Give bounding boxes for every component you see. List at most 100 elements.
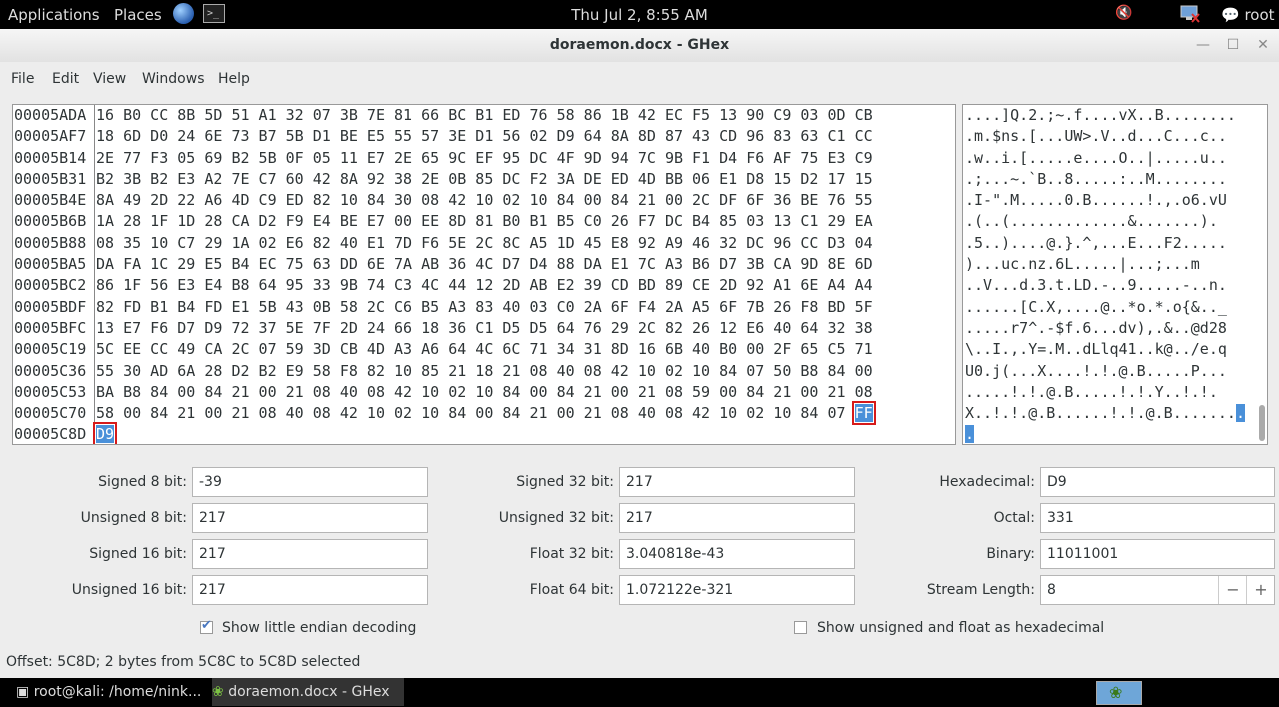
menu-windows[interactable]: Windows xyxy=(142,71,205,87)
hex-row[interactable]: 13 E7 F6 D7 D9 72 37 5E 7F 2D 24 66 18 3… xyxy=(96,318,873,339)
increment-button[interactable]: + xyxy=(1246,576,1275,604)
hex-row[interactable]: BA B8 84 00 84 21 00 21 08 40 08 42 10 0… xyxy=(96,382,873,403)
menu-view[interactable]: View xyxy=(93,71,126,87)
ascii-row[interactable]: .....!.!.@.B.....!.!.Y..!.!. xyxy=(965,382,1245,403)
hexadecimal-field[interactable]: D9 xyxy=(1040,467,1275,497)
taskbar-terminal[interactable]: ▣ root@kali: /home/nink... xyxy=(16,678,206,706)
terminal-icon: ▣ xyxy=(16,684,34,700)
taskbar: ▣ root@kali: /home/nink... ❀ doraemon.do… xyxy=(0,678,1279,707)
signed32-label: Signed 32 bit: xyxy=(516,474,614,490)
hex-view[interactable]: 00005ADA 00005AF7 00005B14 00005B31 0000… xyxy=(12,104,956,445)
offset-label: 00005C19 xyxy=(14,340,87,359)
offset-label: 00005ADA xyxy=(14,106,87,124)
hex-row[interactable]: 82 FD B1 B4 FD E1 5B 43 0B 58 2C C6 B5 A… xyxy=(96,297,873,318)
signed32-field[interactable]: 217 xyxy=(619,467,855,497)
binary-field[interactable]: 11011001 xyxy=(1040,539,1275,569)
status-bar: Offset: 5C8D; 2 bytes from 5C8C to 5C8D … xyxy=(6,654,361,670)
volume-icon[interactable]: 🔇 xyxy=(1115,5,1137,23)
octal-field[interactable]: 331 xyxy=(1040,503,1275,533)
hex-row[interactable]: DA FA 1C 29 E5 B4 EC 75 63 DD 6E 7A AB 3… xyxy=(96,254,873,275)
menu-bar: File Edit View Windows Help xyxy=(0,62,1279,96)
network-icon[interactable] xyxy=(1178,4,1200,24)
offset-label: 00005B4E xyxy=(14,191,87,210)
stream-length-label: Stream Length: xyxy=(926,582,1035,598)
user-menu[interactable]: 💬 root xyxy=(1221,6,1275,24)
ascii-row[interactable]: ..V...d.3.t.LD.-..9.....-..n. xyxy=(965,275,1245,296)
scrollbar-thumb[interactable] xyxy=(1259,405,1265,441)
offset-label: 00005C8D xyxy=(14,425,87,444)
window-title: doraemon.docx - GHex xyxy=(549,37,730,53)
minimize-icon[interactable]: — xyxy=(1190,33,1216,57)
float64-field[interactable]: 1.072122e-321 xyxy=(619,575,855,605)
selected-char[interactable]: . xyxy=(965,425,975,444)
offset-label: 00005B6B xyxy=(14,212,87,231)
signed16-label: Signed 16 bit: xyxy=(89,546,187,562)
ascii-chars[interactable]: ....]Q.2.;~.f....vX..B........ .m.$ns.[.… xyxy=(965,105,1245,444)
hex-row[interactable]: 8A 49 2D 22 A6 4D C9 ED 82 10 84 30 08 4… xyxy=(96,190,873,211)
workspace-switcher[interactable]: ❀ xyxy=(1096,681,1142,705)
hex-row[interactable]: 86 1F 56 E3 E4 B8 64 95 33 9B 74 C3 4C 4… xyxy=(96,275,873,296)
ascii-row[interactable]: . xyxy=(965,424,1245,444)
float32-field[interactable]: 3.040818e-43 xyxy=(619,539,855,569)
ascii-view[interactable]: ....]Q.2.;~.f....vX..B........ .m.$ns.[.… xyxy=(962,104,1268,445)
little-endian-checkbox[interactable] xyxy=(200,618,213,634)
hex-bytes[interactable]: 16 B0 CC 8B 5D 51 A1 32 07 3B 7E 81 66 B… xyxy=(92,105,876,444)
hex-row[interactable]: 2E 77 F3 05 69 B2 5B 0F 05 11 E7 2E 65 9… xyxy=(96,148,873,169)
offset-label: 00005BDF xyxy=(14,297,87,316)
float64-label: Float 64 bit: xyxy=(529,582,614,598)
maximize-icon[interactable]: ☐ xyxy=(1220,33,1246,57)
hex-row[interactable]: 5C EE CC 49 CA 2C 07 59 3D CB 4D A3 A6 6… xyxy=(96,339,873,360)
signed8-field[interactable]: -39 xyxy=(192,467,428,497)
selected-byte[interactable]: D9 xyxy=(92,422,118,444)
ascii-row[interactable]: .w..i.[.....e....O..|.....u.. xyxy=(965,148,1245,169)
ascii-row[interactable]: .5..)....@.}.^,...E...F2..... xyxy=(965,233,1245,254)
unsigned32-label: Unsigned 32 bit: xyxy=(498,510,614,526)
unsigned16-label: Unsigned 16 bit: xyxy=(71,582,187,598)
unsigned8-field[interactable]: 217 xyxy=(192,503,428,533)
hex-row[interactable]: 18 6D D0 24 6E 73 B7 5B D1 BE E5 55 57 3… xyxy=(96,126,873,147)
ascii-row[interactable]: .;...~.`B..8.....:..M........ xyxy=(965,169,1245,190)
menu-help[interactable]: Help xyxy=(218,71,250,87)
unsigned-hex-checkbox[interactable] xyxy=(794,621,807,634)
hex-row[interactable]: 08 35 10 C7 29 1A 02 E6 82 40 E1 7D F6 5… xyxy=(96,233,873,254)
selected-char[interactable]: . xyxy=(1235,404,1245,423)
ascii-row[interactable]: ....]Q.2.;~.f....vX..B........ xyxy=(965,105,1245,126)
hex-row[interactable]: 1A 28 1F 1D 28 CA D2 F9 E4 BE E7 00 EE 8… xyxy=(96,211,873,232)
hex-row-text: 58 00 84 21 00 21 08 40 08 42 10 02 10 8… xyxy=(96,404,855,423)
ascii-row[interactable]: .(..(.............&.......). xyxy=(965,211,1245,232)
menu-file[interactable]: File xyxy=(11,71,34,87)
ascii-row-text: X..!.!.@.B......!.!.@.B....... xyxy=(965,404,1236,423)
unsigned32-field[interactable]: 217 xyxy=(619,503,855,533)
decrement-button[interactable]: − xyxy=(1218,576,1247,604)
offset-label: 00005BFC xyxy=(14,318,87,337)
hexadecimal-label: Hexadecimal: xyxy=(939,474,1035,490)
unsigned16-field[interactable]: 217 xyxy=(192,575,428,605)
ascii-row[interactable]: U0.j(...X....!.!.@.B.....P... xyxy=(965,361,1245,382)
close-icon[interactable]: ✕ xyxy=(1250,33,1276,57)
ascii-row[interactable]: X..!.!.@.B......!.!.@.B........ xyxy=(965,403,1245,424)
ascii-row[interactable]: )...uc.nz.6L.....|...;...m xyxy=(965,254,1245,275)
hex-row[interactable]: D9 xyxy=(92,422,873,444)
little-endian-label[interactable]: Show little endian decoding xyxy=(222,620,416,636)
ascii-row[interactable]: .I-".M.....0.B......!.,.o6.vU xyxy=(965,190,1245,211)
user-name: root xyxy=(1244,6,1275,24)
offset-label: 00005B31 xyxy=(14,169,87,188)
unsigned-hex-label[interactable]: Show unsigned and float as hexadecimal xyxy=(817,620,1104,636)
hex-row[interactable]: 58 00 84 21 00 21 08 40 08 42 10 02 10 8… xyxy=(96,401,876,426)
taskbar-terminal-label: root@kali: /home/nink... xyxy=(33,684,202,700)
clock[interactable]: Thu Jul 2, 8:55 AM xyxy=(0,6,1279,24)
ascii-row[interactable]: .m.$ns.[...UW>.V..d...C...c.. xyxy=(965,126,1245,147)
taskbar-ghex[interactable]: ❀ doraemon.docx - GHex xyxy=(212,678,404,706)
signed16-field[interactable]: 217 xyxy=(192,539,428,569)
signed8-label: Signed 8 bit: xyxy=(98,474,187,490)
selected-byte[interactable]: FF xyxy=(851,401,876,426)
taskbar-ghex-label: doraemon.docx - GHex xyxy=(228,684,390,700)
ascii-row[interactable]: ......[C.X,....@..*o.*.o{&.._ xyxy=(965,297,1245,318)
hex-row[interactable]: 16 B0 CC 8B 5D 51 A1 32 07 3B 7E 81 66 B… xyxy=(96,105,873,126)
menu-edit[interactable]: Edit xyxy=(52,71,79,87)
ascii-row[interactable]: .....r7^.-$f.6...dv),.&..@d28 xyxy=(965,318,1245,339)
ascii-row[interactable]: \..I.,.Y=.M..dLlq41..k@../e.q xyxy=(965,339,1245,360)
hex-row[interactable]: B2 3B B2 E3 A2 7E C7 60 42 8A 92 38 2E 0… xyxy=(96,169,873,190)
offset-label: 00005C53 xyxy=(14,382,87,401)
hex-row[interactable]: 55 30 AD 6A 28 D2 B2 E9 58 F8 82 10 85 2… xyxy=(96,361,873,382)
